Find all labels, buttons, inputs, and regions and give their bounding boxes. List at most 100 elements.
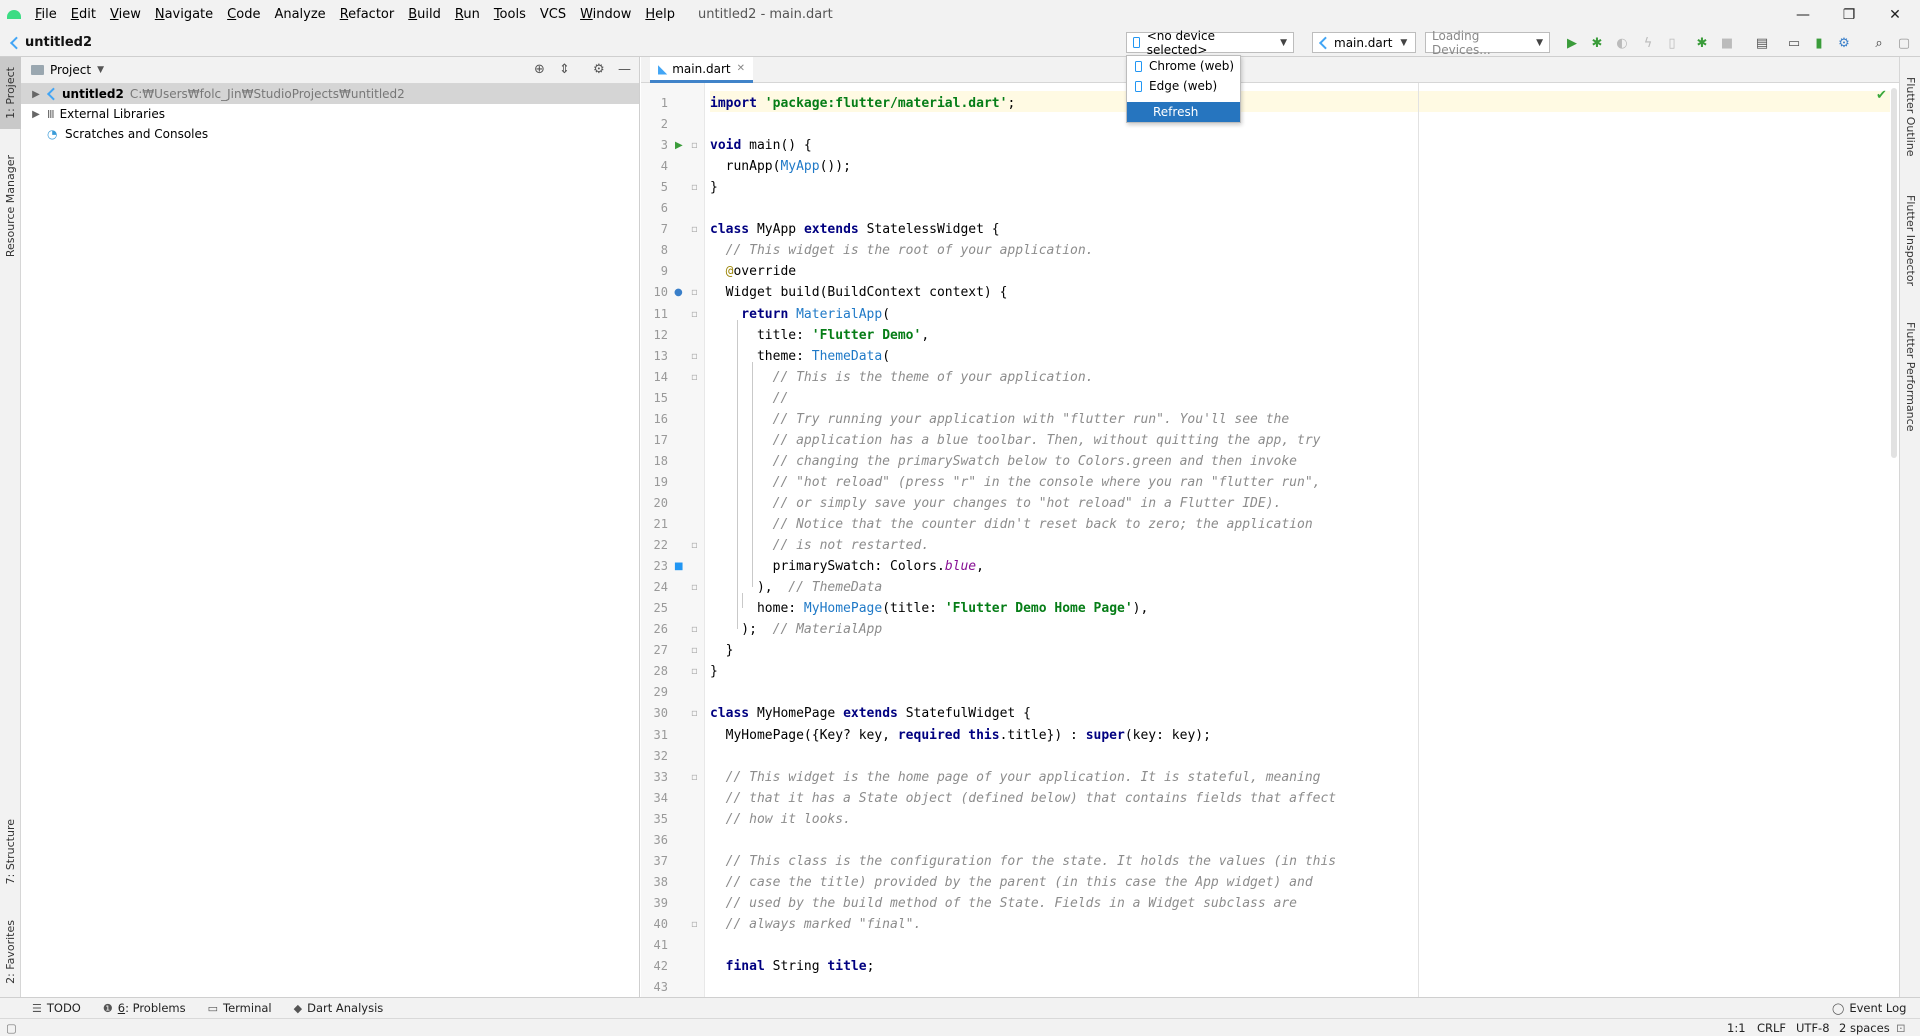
menu-tools[interactable]: Tools	[487, 0, 533, 29]
menu-view[interactable]: View	[103, 0, 148, 29]
tab-flutter-inspector[interactable]: Flutter Inspector	[1900, 185, 1920, 297]
device-selector[interactable]: <no device selected> ▼	[1126, 29, 1294, 57]
debug-icon[interactable]: ✱	[1589, 35, 1605, 51]
run-config-label: main.dart	[1334, 35, 1393, 50]
todo-button[interactable]: ☰ TODO	[32, 1001, 81, 1015]
device-dropdown: Chrome (web) Edge (web) Refresh	[1126, 55, 1241, 123]
close-tab-icon[interactable]: ✕	[737, 63, 745, 74]
gear-icon[interactable]: ⚙	[593, 62, 605, 77]
menu-window[interactable]: Window	[573, 0, 638, 29]
code-line: // This class is the configuration for t…	[710, 853, 1337, 869]
color-swatch-icon[interactable]: ■	[674, 556, 683, 577]
dart-analysis-button[interactable]: ◆ Dart Analysis	[294, 1001, 384, 1015]
menu-refactor[interactable]: Refactor	[333, 0, 402, 29]
tab-main-dart[interactable]: ◣ main.dart ✕	[650, 57, 754, 83]
tree-item-label: Scratches and Consoles	[65, 127, 209, 141]
fold-icon[interactable]: ▫	[691, 703, 698, 724]
device-option[interactable]: Edge (web)	[1127, 76, 1240, 96]
status-toggle-icon[interactable]: ▢	[6, 1021, 17, 1035]
menu-build[interactable]: Build	[401, 0, 448, 29]
event-log-button[interactable]: ◯ Event Log	[1832, 1001, 1906, 1015]
tab-structure[interactable]: 7: Structure	[0, 812, 21, 892]
menu-code[interactable]: Code	[220, 0, 267, 29]
fold-icon[interactable]: ▫	[691, 304, 698, 325]
code-line: // application has a blue toolbar. Then,…	[710, 432, 1321, 448]
run-main-icon[interactable]: ▶	[675, 135, 683, 156]
fold-icon[interactable]: ▫	[691, 767, 698, 788]
fold-icon[interactable]: ▫	[691, 619, 698, 640]
line-number: 5	[660, 180, 668, 195]
attach-debugger-icon[interactable]: ✱	[1694, 35, 1710, 51]
fold-icon[interactable]: ▫	[691, 577, 698, 598]
tab-project[interactable]: 1: Project	[0, 57, 21, 129]
project-structure-icon[interactable]: ▭	[1786, 35, 1802, 51]
lock-icon[interactable]: ▢	[1896, 35, 1912, 51]
fold-icon[interactable]: ▫	[691, 661, 698, 682]
fold-icon[interactable]: ▫	[691, 177, 698, 198]
stop-icon[interactable]: ■	[1719, 35, 1735, 51]
override-icon[interactable]: ●	[674, 282, 683, 303]
terminal-button[interactable]: ▭ Terminal	[208, 1001, 272, 1015]
menu-analyze[interactable]: Analyze	[267, 0, 332, 29]
indent-setting[interactable]: 2 spaces	[1839, 1021, 1890, 1035]
refresh-devices-item[interactable]: Refresh	[1127, 102, 1240, 122]
device-icon	[1133, 37, 1140, 48]
lock-icon[interactable]: ⊡	[1896, 1021, 1906, 1035]
fold-icon[interactable]: ▫	[691, 135, 698, 156]
file-encoding[interactable]: UTF-8	[1796, 1021, 1830, 1035]
flutter-icon	[1319, 37, 1328, 49]
fold-icon[interactable]: ▫	[691, 640, 698, 661]
device-option[interactable]: Chrome (web)	[1127, 56, 1240, 76]
device-manager-icon[interactable]: ⚙	[1836, 35, 1852, 51]
line-number: 39	[653, 895, 668, 910]
menu-edit[interactable]: Edit	[64, 0, 103, 29]
loading-devices-combo[interactable]: Loading Devices... ▼	[1425, 29, 1550, 57]
avd-manager-icon[interactable]: ▮	[1811, 35, 1827, 51]
sdk-manager-icon[interactable]: ▤	[1754, 35, 1770, 51]
tree-item-scratches[interactable]: ◔ Scratches and Consoles	[21, 124, 639, 144]
line-number: 29	[653, 685, 668, 700]
restore-button[interactable]: ❐	[1826, 0, 1872, 29]
line-number: 28	[653, 664, 668, 679]
menu-file[interactable]: File	[28, 0, 64, 29]
run-config-selector[interactable]: main.dart ▼	[1312, 32, 1416, 53]
menu-help[interactable]: Help	[638, 0, 682, 29]
menu-run[interactable]: Run	[448, 0, 487, 29]
inspection-ok-icon[interactable]: ✔	[1876, 88, 1887, 103]
coverage-icon[interactable]: ◐	[1614, 35, 1630, 51]
fold-icon[interactable]: ▫	[691, 535, 698, 556]
tree-item-external-libraries[interactable]: ▶ Ⅲ External Libraries	[21, 104, 639, 124]
minimize-button[interactable]: —	[1780, 0, 1826, 29]
tree-item-untitled2[interactable]: ▶ untitled2 C:₩Users₩folc_Jin₩StudioProj…	[21, 84, 639, 104]
line-number: 36	[653, 832, 668, 847]
project-view-selector[interactable]: Project ▼	[31, 63, 104, 77]
code-area[interactable]: import 'package:flutter/material.dart'; …	[710, 83, 1890, 997]
line-number: 27	[653, 643, 668, 658]
collapse-all-icon[interactable]: ⇕	[559, 62, 570, 77]
tab-favorites[interactable]: 2: Favorites	[0, 907, 21, 997]
tab-resource-manager[interactable]: Resource Manager	[0, 147, 21, 265]
chevron-right-icon[interactable]: ▶	[29, 89, 43, 100]
menu-vcs[interactable]: VCS	[533, 0, 573, 29]
breadcrumb[interactable]: untitled2	[10, 35, 92, 50]
fold-icon[interactable]: ▫	[691, 367, 698, 388]
tab-flutter-performance[interactable]: Flutter Performance	[1900, 312, 1920, 442]
fold-icon[interactable]: ▫	[691, 914, 698, 935]
problems-button[interactable]: ❶6: Problems	[103, 1001, 186, 1015]
chevron-right-icon[interactable]: ▶	[29, 109, 43, 120]
menu-navigate[interactable]: Navigate	[148, 0, 220, 29]
fold-icon[interactable]: ▫	[691, 346, 698, 367]
locate-icon[interactable]: ⊕	[534, 62, 545, 77]
caret-position[interactable]: 1:1	[1727, 1021, 1746, 1035]
line-separator[interactable]: CRLF	[1757, 1021, 1786, 1035]
hide-icon[interactable]: —	[618, 62, 631, 77]
run-icon[interactable]: ▶	[1564, 35, 1580, 51]
fold-icon[interactable]: ▫	[691, 282, 698, 303]
close-button[interactable]: ✕	[1872, 0, 1918, 29]
hot-restart-icon[interactable]: ▯	[1664, 35, 1680, 51]
hot-reload-icon[interactable]: ϟ	[1640, 35, 1656, 51]
fold-icon[interactable]: ▫	[691, 219, 698, 240]
editor-scrollbar[interactable]	[1891, 88, 1897, 458]
search-icon[interactable]: ⌕	[1871, 35, 1887, 51]
tab-flutter-outline[interactable]: Flutter Outline	[1900, 67, 1920, 167]
